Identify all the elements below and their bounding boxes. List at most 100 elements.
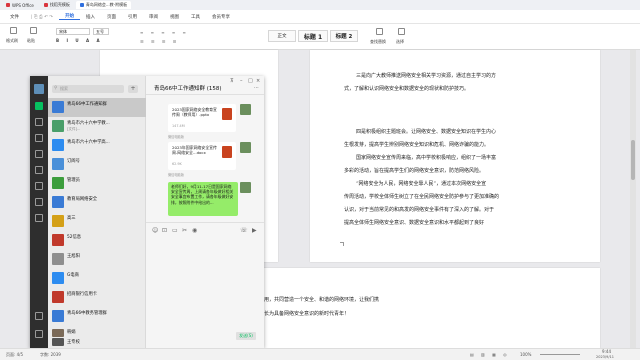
conversation-item[interactable]: 青岛市六十六中学高... (48, 136, 146, 155)
menu-view[interactable]: 视图 (164, 14, 185, 20)
send-button[interactable]: 发送(S) (236, 332, 256, 340)
doc-line: 认识，对于当前常见的和高发的网络安全事件有了深入的了解。对于 (344, 207, 495, 213)
tab-label: 青岛网络会...教-附模板 (85, 2, 128, 7)
format-painter-icon[interactable] (10, 27, 17, 34)
vertical-scrollbar[interactable] (630, 50, 636, 348)
video-call-icon[interactable]: ▶ (252, 227, 257, 234)
style-heading-2[interactable]: 标题 2 (330, 30, 358, 42)
wechat-window: 搜索 ⚲ + 青岛66中工作通知群 青岛市六十六中学教... [文件]... 青岛… (30, 76, 264, 348)
add-button[interactable]: + (128, 85, 138, 93)
avatar (52, 215, 64, 227)
minimize-icon[interactable]: – (240, 78, 243, 84)
conversation-name: 52信息 (67, 235, 82, 240)
file-name: 2023国家网络安全教育宣传周（教师用）.pptx (172, 107, 217, 117)
tab-document[interactable]: 青岛网络会...教-附模板 (75, 1, 132, 9)
send-label: 发送(S) (239, 333, 253, 338)
conversation-item[interactable]: 订阅号 (48, 155, 146, 174)
chat-icon[interactable] (35, 102, 43, 110)
scrollbar-thumb[interactable] (631, 140, 635, 180)
page-indicator[interactable]: 页面: 4/5 (6, 352, 23, 358)
avatar (52, 338, 64, 346)
search-app-icon[interactable] (35, 198, 43, 206)
conversation-item[interactable]: 青岛66中教务管理群 (48, 307, 146, 326)
moments-icon[interactable] (35, 166, 43, 174)
font-value: 宋体 (59, 29, 67, 34)
more-icon[interactable]: ··· (254, 85, 259, 91)
zoom-slider[interactable] (540, 354, 580, 355)
conversation-item[interactable]: 王专校 (48, 337, 146, 348)
mini-program-icon[interactable] (35, 214, 43, 222)
files-icon[interactable] (35, 150, 43, 158)
menu-page[interactable]: 页面 (101, 14, 122, 20)
align-buttons[interactable]: ☰ ☰ ☰ ☰ (140, 39, 179, 44)
find-replace-icon[interactable] (376, 28, 383, 35)
avatar[interactable] (240, 142, 251, 153)
conversation-name: G电商 (67, 273, 79, 278)
menu-insert[interactable]: 插入 (80, 14, 101, 20)
avatar (52, 101, 64, 113)
doc-line: 提高全体师生网络安全意识、数据安全意识和水平都起到了良好 (344, 220, 485, 226)
tab-template[interactable]: 找稻壳模板 (40, 1, 74, 9)
search-input[interactable]: 搜索 (52, 85, 124, 93)
contacts-icon[interactable] (35, 118, 43, 126)
font-select[interactable]: 宋体 (56, 28, 90, 35)
message-text: 老师们好，9月11-17日是国家网络安全宣传周，上周请各年级做好相关安全事宜布置… (171, 184, 234, 205)
conversation-item[interactable]: 韩娟 (48, 326, 146, 337)
document-page-right: 三是向广大教师推送网络安全相关学习资源，通过自主学习的方 式，了解和认识网络安全… (310, 50, 600, 262)
wps-logo-icon (6, 3, 10, 7)
channels-icon[interactable] (35, 182, 43, 190)
paragraph-buttons[interactable]: ≡ ≡ ≡ ≡ ≡ (140, 30, 189, 35)
conversation-item[interactable]: 青岛市六十六中学教... [文件]... (48, 117, 146, 136)
tab-wps-home[interactable]: WPS Office (2, 1, 38, 9)
doc-line: “网络安全为人民，网络安全靠人民”，通过本次网络安全宣 (356, 181, 487, 187)
word-count[interactable]: 字数: 2039 (40, 352, 61, 358)
folder-icon[interactable]: ▭ (172, 227, 178, 234)
conversation-item[interactable]: 高三 (48, 212, 146, 231)
menu-tools[interactable]: 工具 (185, 14, 206, 20)
emoji-icon[interactable]: ☺ (152, 227, 158, 234)
voice-call-icon[interactable]: ☏ (240, 227, 248, 234)
view-icons[interactable]: ▤ ▥ ▦ ◎ (470, 352, 510, 357)
message-input-area[interactable]: ☺ ⊡ ▭ ✂ ◉ ☏ ▶ 发送(S) (146, 222, 264, 348)
conversation-item[interactable]: G电商 (48, 269, 146, 288)
scissors-icon[interactable]: ✂ (182, 227, 187, 234)
style-heading-1[interactable]: 标题 1 (298, 30, 328, 42)
menu-file[interactable]: 文件 (4, 14, 25, 20)
chat-panel: ⊼ – □ × 青岛66中工作通知群 (158) ··· 2023国家网络安全教… (146, 76, 264, 348)
avatar[interactable] (34, 84, 44, 94)
format-buttons[interactable]: B I U A A (56, 38, 103, 43)
conversation-item[interactable]: 招商银行信用卡 (48, 288, 146, 307)
file-size: 147.4M (172, 124, 185, 128)
file-message[interactable]: 2023年国家网络安全宣传周-网络安全...docx 62.9K 微信电脑版 (168, 142, 236, 177)
menu-home[interactable]: 开始 (58, 13, 80, 20)
phone-icon[interactable] (35, 312, 43, 320)
favorites-icon[interactable] (35, 134, 43, 142)
maximize-icon[interactable]: □ (248, 78, 253, 84)
menu-icon[interactable] (35, 330, 43, 338)
favorites-tool-icon[interactable]: ⊡ (162, 227, 167, 234)
font-size-select[interactable]: 五号 (93, 28, 109, 35)
chat-history-icon[interactable]: ◉ (192, 227, 197, 234)
menu-review[interactable]: 审阅 (143, 14, 164, 20)
menu-reference[interactable]: 引用 (122, 14, 143, 20)
pin-icon[interactable]: ⊼ (230, 78, 234, 84)
conversation-item[interactable]: 教育局网络安全 (48, 193, 146, 212)
avatar[interactable] (240, 104, 251, 115)
select-icon[interactable] (398, 28, 405, 35)
avatar[interactable] (240, 182, 251, 193)
doc-line: 生根发芽，提高学生辨别网络安全知识和危机、网络诈骗的能力。 (344, 142, 490, 148)
app-tab-bar: WPS Office 找稻壳模板 青岛网络会...教-附模板 (0, 0, 640, 10)
status-bar: 页面: 4/5 字数: 2039 ▤ ▥ ▦ ◎ 100% 9:44 2023/… (0, 348, 640, 360)
file-message[interactable]: 2023国家网络安全教育宣传周（教师用）.pptx 147.4M 微信电脑版 (168, 104, 236, 139)
zoom-level[interactable]: 100% (520, 352, 531, 357)
close-icon[interactable]: × (256, 78, 260, 84)
text-message[interactable]: 老师们好，9月11-17日是国家网络安全宣传周，上周请各年级做好相关安全事宜布置… (168, 182, 238, 216)
conversation-item[interactable]: 王旭阳 (48, 250, 146, 269)
menu-vip[interactable]: 会员专享 (206, 14, 236, 20)
paste-icon[interactable] (30, 27, 37, 34)
conversation-item[interactable]: 管理员 (48, 174, 146, 193)
conversation-item[interactable]: 52信息 (48, 231, 146, 250)
style-normal[interactable]: 正文 (268, 30, 296, 42)
conversation-preview: [文件]... (67, 127, 81, 131)
conversation-item[interactable]: 青岛66中工作通知群 (48, 98, 146, 117)
